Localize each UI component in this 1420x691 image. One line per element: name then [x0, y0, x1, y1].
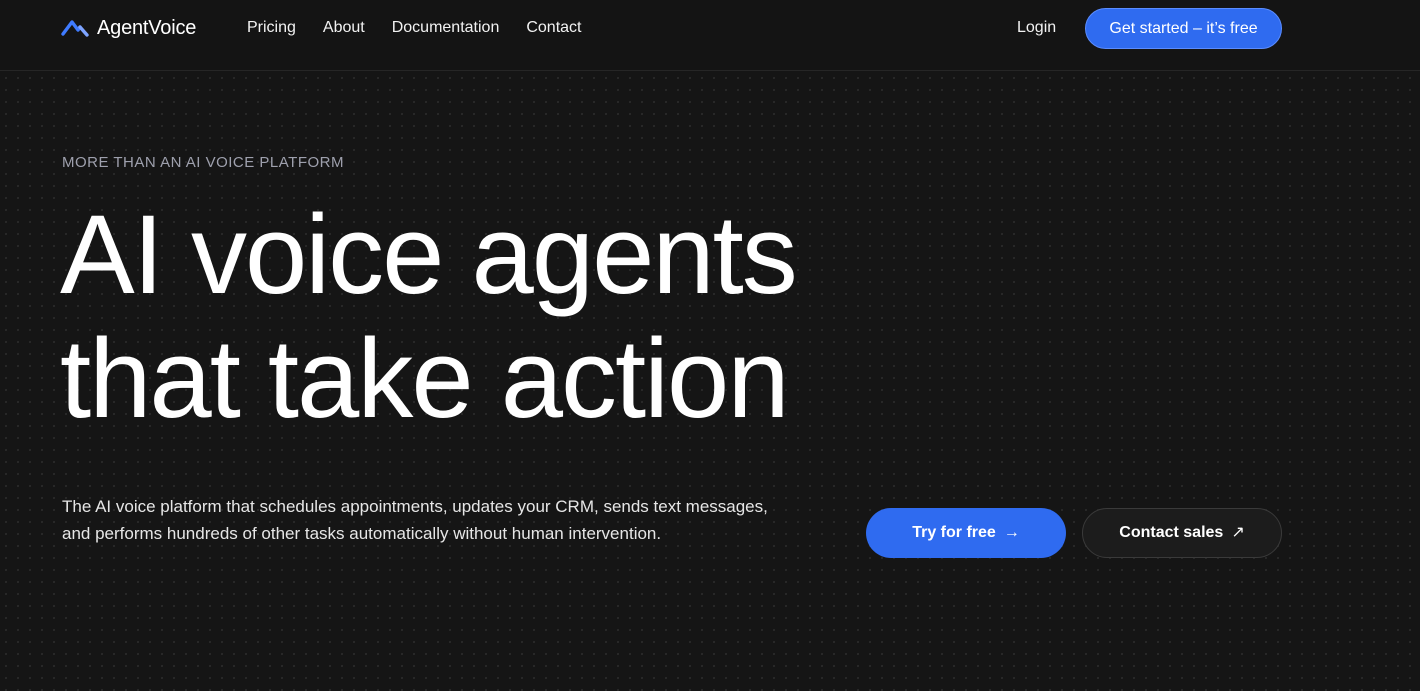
wave-chevron-icon [61, 20, 89, 37]
main-nav: Pricing About Documentation Contact [247, 19, 581, 37]
nav-link-contact[interactable]: Contact [526, 19, 581, 37]
login-link[interactable]: Login [1017, 19, 1056, 37]
try-for-free-button[interactable]: Try for free → [866, 508, 1066, 558]
nav-link-about[interactable]: About [323, 19, 365, 37]
get-started-button[interactable]: Get started – it’s free [1085, 8, 1282, 49]
page: AgentVoice Pricing About Documentation C… [0, 0, 1420, 691]
contact-sales-button[interactable]: Contact sales ↗ [1082, 508, 1282, 558]
arrow-right-icon: → [1003, 524, 1020, 541]
brand-name: AgentVoice [97, 16, 197, 39]
hero-description: The AI voice platform that schedules app… [62, 497, 768, 543]
top-navbar: AgentVoice Pricing About Documentation C… [0, 0, 1420, 71]
try-for-free-label: Try for free [912, 524, 996, 541]
headline-line-1: AI voice agents [60, 192, 798, 317]
hero-eyebrow: MORE THAN AN AI VOICE PLATFORM [62, 154, 344, 171]
nav-link-documentation[interactable]: Documentation [392, 19, 500, 37]
arrow-up-right-icon: ↗ [1231, 524, 1245, 541]
contact-sales-label: Contact sales [1119, 524, 1224, 541]
headline-line-2: that take action [60, 316, 790, 441]
hero-headline: AI voice agents that take action [60, 192, 798, 441]
brand-logo[interactable]: AgentVoice [61, 14, 196, 42]
nav-link-pricing[interactable]: Pricing [247, 19, 296, 37]
